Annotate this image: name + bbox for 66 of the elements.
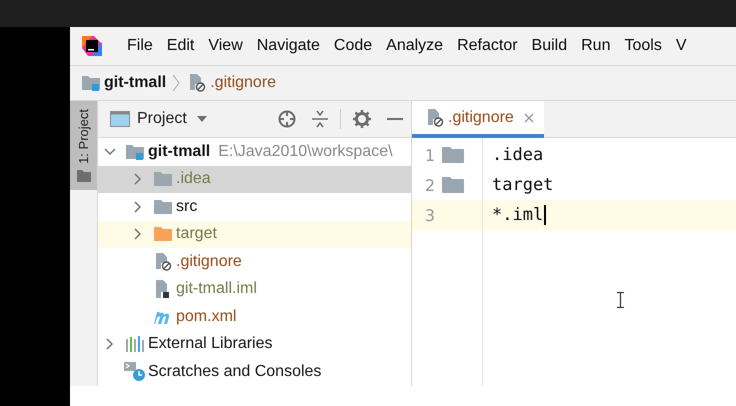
tree-item-label: .gitignore [176, 252, 242, 271]
tree-row[interactable]: src [98, 193, 411, 220]
locate-icon[interactable] [278, 110, 296, 128]
menu-item[interactable]: File [120, 37, 160, 55]
tree-item-label: .idea [176, 170, 211, 188]
code-line: target [491, 174, 554, 197]
tree-row[interactable]: External Libraries [98, 330, 411, 358]
menu-item[interactable]: Refactor [450, 37, 525, 55]
tree-item-label: target [176, 225, 217, 244]
line-number: 2 [424, 176, 436, 194]
window-icon [110, 111, 130, 127]
app-logo-icon [82, 36, 102, 56]
module-folder-icon [126, 144, 144, 160]
tree-row[interactable]: target [98, 220, 411, 248]
tool-window-tab[interactable]: 1: Project [70, 101, 97, 190]
tree-item-label: pom.xml [176, 308, 236, 326]
tree-item-label: Scratches and Consoles [148, 362, 322, 381]
scratches-icon [124, 362, 146, 382]
tree-item-label: External Libraries [148, 335, 272, 354]
menu-item[interactable]: Tools [617, 37, 669, 55]
menu-item[interactable]: V [668, 37, 694, 55]
folder-icon [76, 170, 90, 182]
tree-row[interactable]: .gitignore [98, 248, 411, 276]
menu-item[interactable]: Edit [160, 37, 202, 55]
text-cursor-icon [617, 292, 624, 308]
collapse-chevron-icon[interactable] [132, 200, 144, 213]
menu-item[interactable]: View [201, 37, 250, 55]
code-line: .idea [491, 144, 544, 167]
ignored-file-icon [426, 108, 444, 126]
breadcrumb-item[interactable]: git-tmall [104, 74, 166, 92]
menu-item[interactable]: Analyze [379, 37, 450, 55]
dropdown-caret-icon[interactable] [196, 116, 207, 122]
tree-item-label: git-tmall.iml [176, 280, 257, 298]
folder-icon [154, 172, 172, 186]
folder-icon [154, 227, 172, 242]
tree-row[interactable]: git-tmall.iml [98, 276, 411, 303]
collapse-chevron-icon[interactable] [104, 338, 116, 350]
ignored-file-icon [188, 74, 206, 92]
collapse-chevron-icon[interactable] [132, 228, 144, 240]
minimize-icon[interactable] [387, 117, 403, 121]
chevron-icon [172, 75, 180, 91]
panel-title[interactable]: Project [137, 110, 187, 128]
tree-item-label: src [176, 198, 198, 216]
collapse-all-icon[interactable] [312, 110, 328, 128]
breadcrumb-item[interactable]: .gitignore [210, 74, 276, 92]
libraries-icon [125, 336, 145, 352]
module-path: E:\Java2010\workspace\ [218, 142, 393, 161]
tree-row[interactable]: Scratches and Consoles [98, 358, 411, 386]
tree-item-label: git-tmall [148, 142, 210, 161]
tree-row[interactable]: git-tmall E:\Java2010\workspace\ [98, 138, 411, 166]
line-number: 1 [424, 146, 436, 164]
line-number: 3 [424, 206, 436, 224]
folder-icon [154, 200, 172, 214]
close-icon[interactable] [524, 112, 534, 122]
collapse-chevron-icon[interactable] [132, 173, 144, 186]
tree-row[interactable]: pom.xml [98, 303, 411, 330]
module-file-icon [154, 280, 172, 298]
menu-item[interactable]: Code [326, 37, 380, 55]
editor-tab[interactable]: .gitignore [412, 101, 544, 138]
settings-icon[interactable] [353, 110, 371, 128]
ignored-file-icon [154, 252, 172, 271]
expand-chevron-icon[interactable] [104, 146, 116, 158]
menu-item[interactable]: Build [524, 37, 574, 55]
menu-item[interactable]: Run [574, 37, 618, 55]
module-folder-icon [82, 75, 100, 91]
menu-item[interactable]: Navigate [250, 37, 327, 55]
